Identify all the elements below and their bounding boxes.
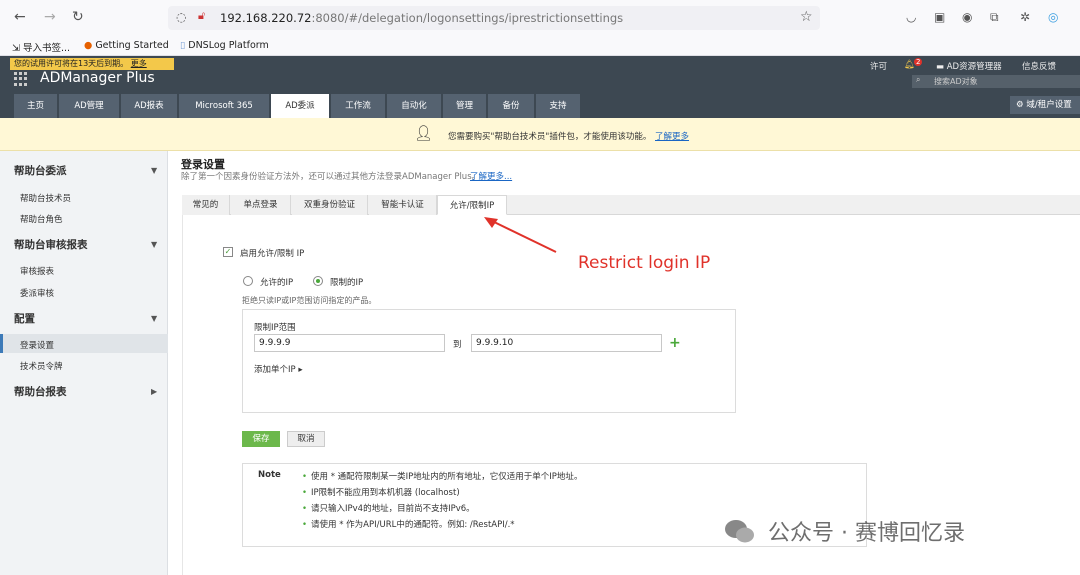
sidebar-item-delegation-audit[interactable]: 委派审核 <box>20 287 54 299</box>
restrict-ip-label: 限制的IP <box>330 278 364 288</box>
enable-ip-restriction-checkbox[interactable]: ✓ <box>223 247 233 257</box>
sidebar-item-roles[interactable]: 帮助台角色 <box>20 213 63 225</box>
allow-ip-radio[interactable] <box>243 276 253 286</box>
restrict-description: 拒绝只读IP或IP范围访问指定的产品。 <box>242 296 377 305</box>
ip-range-panel <box>242 309 736 413</box>
enable-ip-restriction-label: 启用允许/限制 IP <box>240 249 305 259</box>
note-title: Note <box>258 470 281 480</box>
folder-icon: ▬ <box>936 62 947 72</box>
bookmark-getting-started[interactable]: ● Getting Started <box>84 40 169 51</box>
gear-icon: ⚙ <box>1016 100 1027 110</box>
tab-automation[interactable]: 自动化 <box>387 94 442 118</box>
bookmark-dnslog[interactable]: ▯ DNSLog Platform <box>180 40 269 51</box>
wechat-icon <box>725 520 754 543</box>
ip-to-input[interactable]: 9.9.9.10 <box>471 334 662 352</box>
watermark: 公众号 · 赛博回忆录 <box>768 521 965 546</box>
account-icon[interactable]: ◉ <box>962 10 972 24</box>
banner-learn-more-link[interactable]: 了解更多 <box>655 130 689 142</box>
tab-2fa[interactable]: 双重身份验证 <box>292 195 368 215</box>
bookmark-import[interactable]: ⇲ 导入书签... <box>12 40 70 54</box>
chevron-down-icon[interactable]: ▼ <box>151 240 157 249</box>
add-range-plus-icon[interactable]: + <box>669 335 681 351</box>
user-info-icon: 👤︎ <box>414 124 434 142</box>
ip-from-input[interactable]: 9.9.9.9 <box>254 334 445 352</box>
allow-ip-label: 允许的IP <box>260 278 294 288</box>
ad-explorer-link[interactable]: ▬ AD资源管理器 <box>936 60 1002 72</box>
tab-ad-management[interactable]: AD管理 <box>59 94 120 118</box>
annotation-arrow <box>484 217 557 253</box>
tab-admin[interactable]: 管理 <box>443 94 487 118</box>
to-label: 到 <box>453 340 462 350</box>
sidebar-section-helpdesk-delegation[interactable]: 帮助台委派 <box>14 163 67 178</box>
product-logo: ADManager Plus <box>40 70 155 86</box>
page-description: 除了第一个因素身份验证方法外，还可以通过其他方法登录ADManager Plus… <box>181 172 481 182</box>
tab-support[interactable]: 支持 <box>536 94 581 118</box>
sidebar-section-helpdesk-reports[interactable]: 帮助台报表 <box>14 384 67 399</box>
page-icon: ▯ <box>180 40 189 51</box>
sidebar-section-config[interactable]: 配置 <box>14 311 35 326</box>
tab-general[interactable]: 常见的 <box>182 195 230 215</box>
tab-smartcard[interactable]: 智能卡认证 <box>369 195 437 215</box>
sidebar-item-technician-token[interactable]: 技术员令牌 <box>20 360 63 372</box>
shield-icon: ◌ <box>176 10 187 24</box>
ip-range-label: 限制IP范围 <box>254 323 296 333</box>
addon-icon[interactable]: ✲ <box>1020 10 1030 24</box>
ad-search-placeholder: 搜索AD对象 <box>934 77 978 86</box>
tab-ad-delegation[interactable]: AD委派 <box>271 94 330 118</box>
domain-settings-button[interactable]: ⚙ 域/租户设置 <box>1010 96 1080 114</box>
url-text: 192.168.220.72:8080/#/delegation/logonse… <box>220 11 624 25</box>
chevron-right-icon[interactable]: ▶ <box>151 387 157 396</box>
sidebar-item-audit-reports[interactable]: 审核报表 <box>20 265 54 277</box>
feedback-link[interactable]: 信息反馈 <box>1022 60 1056 72</box>
sidebar-item-logon-settings[interactable]: 登录设置 <box>20 339 54 351</box>
cancel-button[interactable]: 取消 <box>287 431 325 447</box>
back-icon[interactable]: ← <box>14 9 26 25</box>
tab-microsoft-365[interactable]: Microsoft 365 <box>179 94 270 118</box>
bookmark-star-icon[interactable]: ☆ <box>800 9 813 25</box>
note-line: 使用 * 通配符限制某一类IP地址内的所有地址，它仅适用于单个IP地址。 <box>302 470 582 482</box>
license-link[interactable]: 许可 <box>870 60 887 72</box>
learn-more-link[interactable]: 了解更多... <box>470 170 512 182</box>
extensions-icon[interactable]: ⧉ <box>990 10 999 25</box>
note-line: 请只输入IPv4的地址，目前尚不支持IPv6。 <box>302 502 475 514</box>
tab-home[interactable]: 主页 <box>14 94 58 118</box>
note-line: 请使用 * 作为API/URL中的通配符。例如: /RestAPI/.* <box>302 518 515 530</box>
sidebar-section-audit-reports[interactable]: 帮助台审核报表 <box>14 237 88 252</box>
tab-ad-reports[interactable]: AD报表 <box>121 94 178 118</box>
pocket-icon[interactable]: ◡ <box>906 10 916 24</box>
chevron-down-icon[interactable]: ▼ <box>151 314 157 323</box>
trial-notice: 您的试用许可将在13天后到期。 更多 <box>10 58 174 70</box>
search-icon: ⌕ <box>916 75 921 84</box>
chevron-down-icon[interactable]: ▼ <box>151 166 157 175</box>
import-icon: ⇲ <box>12 43 23 54</box>
app-grid-icon[interactable] <box>14 72 28 86</box>
reload-icon[interactable]: ↻ <box>72 9 84 25</box>
firefox-icon: ● <box>84 40 96 51</box>
sidebar-item-technicians[interactable]: 帮助台技术员 <box>20 192 71 204</box>
forward-icon[interactable]: → <box>44 9 56 25</box>
profile-icon[interactable]: ◎ <box>1048 10 1058 24</box>
note-line: IP限制不能应用到本机机器 (localhost) <box>302 486 460 498</box>
annotation-text: Restrict login IP <box>578 253 711 273</box>
tab-backup[interactable]: 备份 <box>488 94 535 118</box>
restrict-ip-radio[interactable] <box>313 276 323 286</box>
tab-sso[interactable]: 单点登录 <box>231 195 291 215</box>
reader-icon[interactable]: ▣ <box>934 10 945 24</box>
banner-text: 您需要购买"帮助台技术员"插件包，才能使用该功能。 <box>448 132 652 142</box>
save-button[interactable]: 保存 <box>242 431 280 447</box>
add-single-ip-link[interactable]: 添加单个IP ▸ <box>254 363 303 375</box>
trial-more-link[interactable]: 更多 <box>131 59 147 68</box>
insecure-lock-icon: 🔓︎ <box>198 9 206 22</box>
tab-workflow[interactable]: 工作流 <box>331 94 386 118</box>
